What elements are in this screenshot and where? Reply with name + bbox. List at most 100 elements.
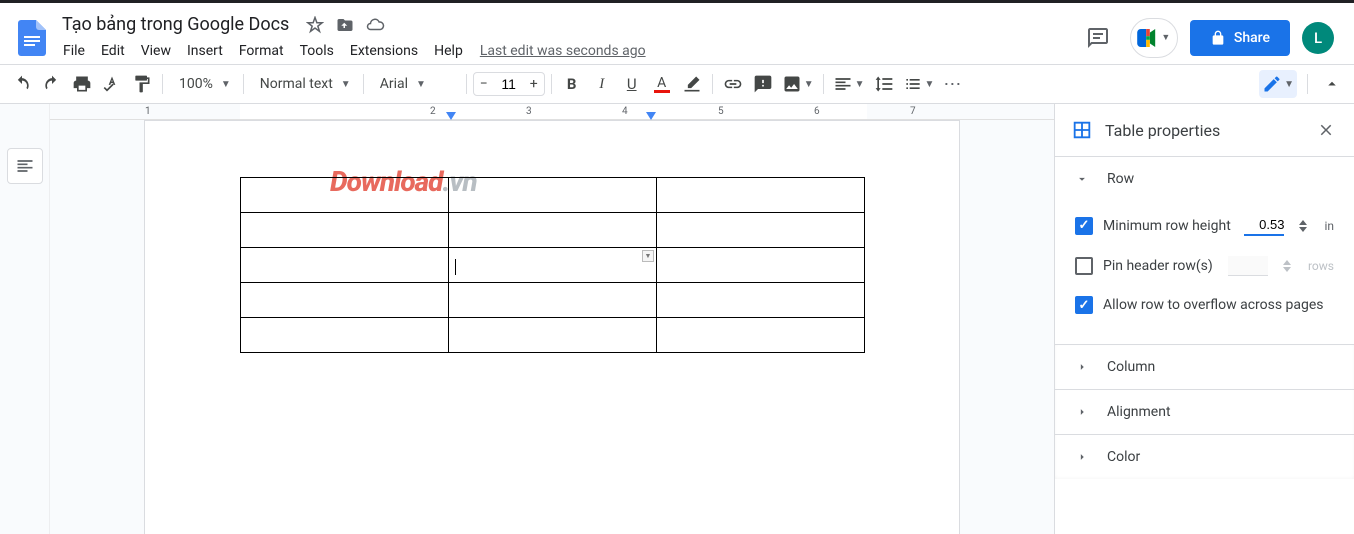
- font-size-input[interactable]: [494, 76, 524, 92]
- share-label: Share: [1234, 30, 1270, 46]
- document-title[interactable]: Tạo bảng trong Google Docs: [56, 12, 295, 37]
- horizontal-ruler[interactable]: 1 2 3 4 5 6 7: [50, 104, 1054, 120]
- comments-icon[interactable]: [1078, 18, 1118, 58]
- font-select[interactable]: Arial▼: [370, 70, 460, 98]
- undo-button[interactable]: [8, 70, 36, 98]
- min-height-input[interactable]: [1244, 215, 1284, 236]
- line-spacing-button[interactable]: [870, 70, 898, 98]
- section-row-header[interactable]: Row: [1055, 157, 1354, 201]
- menu-edit[interactable]: Edit: [94, 39, 132, 63]
- increase-font-button[interactable]: +: [524, 73, 544, 95]
- text-cursor: [455, 259, 456, 275]
- section-alignment-label: Alignment: [1107, 404, 1171, 420]
- link-button[interactable]: [719, 70, 747, 98]
- account-avatar[interactable]: L: [1302, 22, 1334, 54]
- table-row[interactable]: ▼: [241, 248, 865, 283]
- meet-button[interactable]: ▼: [1130, 18, 1178, 58]
- spellcheck-button[interactable]: [98, 70, 126, 98]
- decrease-font-button[interactable]: −: [474, 73, 494, 95]
- caret-down-icon: ▼: [341, 79, 351, 90]
- ruler-tick: 6: [814, 106, 820, 117]
- overflow-checkbox[interactable]: [1075, 296, 1093, 314]
- docs-logo[interactable]: [12, 18, 52, 58]
- pin-header-input: [1228, 256, 1268, 276]
- pin-header-checkbox[interactable]: [1075, 257, 1093, 275]
- menu-extensions[interactable]: Extensions: [343, 39, 425, 63]
- menu-file[interactable]: File: [56, 39, 92, 63]
- text-color-button[interactable]: A: [648, 70, 676, 98]
- menu-format[interactable]: Format: [232, 39, 291, 63]
- caret-down-icon: ▼: [855, 79, 865, 90]
- section-color-header[interactable]: Color: [1055, 435, 1354, 479]
- document-page[interactable]: Download.vn ▼: [144, 120, 960, 534]
- zoom-select[interactable]: 100%▼: [169, 70, 237, 98]
- chevron-right-icon: [1075, 360, 1091, 374]
- left-gutter: [0, 104, 50, 534]
- min-height-spinner[interactable]: [1298, 219, 1308, 233]
- star-icon[interactable]: [305, 15, 325, 35]
- more-button[interactable]: ⋯: [939, 70, 967, 98]
- table-row[interactable]: [241, 213, 865, 248]
- underline-button[interactable]: U: [618, 70, 646, 98]
- highlight-button[interactable]: [678, 70, 706, 98]
- close-icon[interactable]: [1314, 118, 1338, 142]
- italic-button[interactable]: I: [588, 70, 616, 98]
- menu-view[interactable]: View: [134, 39, 178, 63]
- indent-marker-right[interactable]: [646, 112, 656, 120]
- style-select[interactable]: Normal text▼: [250, 70, 357, 98]
- move-icon[interactable]: [335, 15, 355, 35]
- pin-header-spinner: [1282, 259, 1292, 273]
- menu-insert[interactable]: Insert: [180, 39, 230, 63]
- section-color-label: Color: [1107, 449, 1140, 465]
- lock-icon: [1210, 30, 1226, 46]
- cloud-icon[interactable]: [365, 15, 385, 35]
- menu-bar: File Edit View Insert Format Tools Exten…: [56, 39, 1078, 65]
- panel-title: Table properties: [1105, 121, 1302, 140]
- overflow-label: Allow row to overflow across pages: [1103, 297, 1334, 313]
- document-table[interactable]: ▼: [240, 177, 865, 353]
- table-row[interactable]: [241, 178, 865, 213]
- caret-down-icon: ▼: [925, 79, 935, 90]
- min-height-label: Minimum row height: [1103, 218, 1234, 234]
- table-row[interactable]: [241, 318, 865, 353]
- table-row[interactable]: [241, 283, 865, 318]
- document-canvas[interactable]: 1 2 3 4 5 6 7 Download.vn ▼: [50, 104, 1054, 534]
- menu-help[interactable]: Help: [427, 39, 470, 63]
- list-button[interactable]: ▼: [900, 70, 938, 98]
- align-button[interactable]: ▼: [830, 70, 868, 98]
- caret-down-icon: ▼: [221, 79, 231, 90]
- hide-menus-button[interactable]: [1318, 70, 1346, 98]
- print-button[interactable]: [68, 70, 96, 98]
- ruler-tick: 4: [622, 106, 628, 117]
- table-icon: [1071, 119, 1093, 141]
- caret-down-icon: ▼: [804, 79, 814, 90]
- app-header: Tạo bảng trong Google Docs File Edit Vie…: [0, 0, 1354, 64]
- image-button[interactable]: ▼: [779, 70, 817, 98]
- last-edit-link[interactable]: Last edit was seconds ago: [472, 39, 654, 63]
- menu-tools[interactable]: Tools: [293, 39, 341, 63]
- editing-mode-button[interactable]: ▼: [1259, 70, 1297, 98]
- pin-header-unit: rows: [1308, 259, 1334, 273]
- min-height-checkbox[interactable]: [1075, 217, 1093, 235]
- section-column-label: Column: [1107, 359, 1155, 375]
- table-properties-panel: Table properties Row Minimum row height …: [1054, 104, 1354, 534]
- format-paint-button[interactable]: [128, 70, 156, 98]
- section-alignment-header[interactable]: Alignment: [1055, 390, 1354, 434]
- toolbar: 100%▼ Normal text▼ Arial▼ − + B I U A ▼ …: [0, 64, 1354, 104]
- comment-button[interactable]: [749, 70, 777, 98]
- section-row-label: Row: [1107, 171, 1134, 187]
- ruler-tick: 3: [526, 106, 532, 117]
- pin-header-label: Pin header row(s): [1103, 258, 1218, 274]
- caret-down-icon: ▼: [416, 79, 426, 90]
- outline-button[interactable]: [7, 148, 43, 184]
- share-button[interactable]: Share: [1190, 20, 1290, 56]
- indent-marker-left[interactable]: [446, 112, 456, 120]
- cell-options-button[interactable]: ▼: [642, 250, 654, 262]
- chevron-right-icon: [1075, 450, 1091, 464]
- ruler-tick: 2: [430, 106, 436, 117]
- section-column-header[interactable]: Column: [1055, 345, 1354, 389]
- chevron-down-icon: [1075, 172, 1091, 186]
- ruler-tick: 5: [718, 106, 724, 117]
- redo-button[interactable]: [38, 70, 66, 98]
- bold-button[interactable]: B: [558, 70, 586, 98]
